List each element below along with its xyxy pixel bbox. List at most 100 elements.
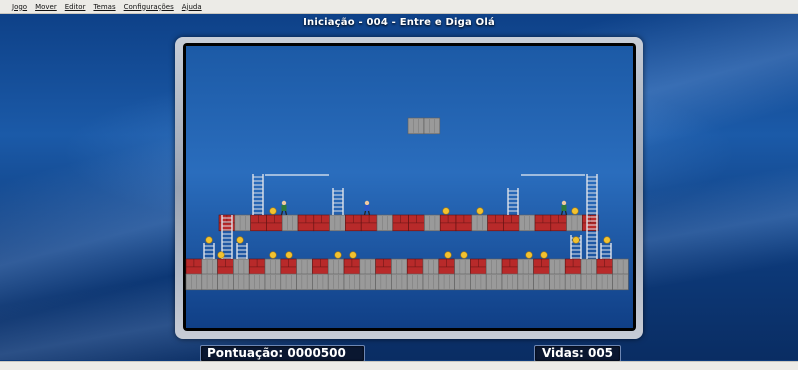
concrete-tile <box>471 214 488 232</box>
concrete-tile <box>234 214 251 232</box>
brick-tile <box>501 258 519 276</box>
concrete-tile <box>343 273 361 291</box>
brick-tile <box>470 258 487 276</box>
brick-tile <box>596 258 613 276</box>
concrete-tile <box>296 258 313 276</box>
menu-ajuda[interactable]: Ajuda <box>178 3 206 11</box>
concrete-tile <box>201 258 218 276</box>
concrete-tile <box>281 214 299 232</box>
brick-tile <box>438 258 455 276</box>
game-board[interactable] <box>183 43 636 331</box>
concrete-tile <box>217 273 234 291</box>
concrete-tile <box>359 273 376 291</box>
gold-icon <box>476 207 484 215</box>
gold-icon <box>460 251 468 259</box>
gold-icon <box>334 251 342 259</box>
concrete-tile <box>233 273 250 291</box>
brick-tile <box>250 214 267 232</box>
brick-tile <box>503 214 520 232</box>
menu-mover[interactable]: Mover <box>31 3 61 11</box>
gold-icon <box>236 236 244 244</box>
gold-icon <box>349 251 357 259</box>
menu-editor[interactable]: Editor <box>61 3 90 11</box>
brick-tile <box>343 258 361 276</box>
concrete-tile <box>375 273 392 291</box>
concrete-tile <box>517 258 534 276</box>
concrete-tile <box>264 273 282 291</box>
gold-icon <box>603 236 611 244</box>
concrete-tile <box>201 273 218 291</box>
brick-tile <box>533 258 550 276</box>
brick-tile <box>550 214 567 232</box>
brick-tile <box>266 214 283 232</box>
concrete-tile <box>485 258 503 276</box>
lives-display: Vidas: 005 <box>534 345 621 362</box>
menu-configuracoes[interactable]: Configurações <box>120 3 178 11</box>
concrete-tile <box>454 258 471 276</box>
concrete-tile <box>612 258 629 276</box>
concrete-tile <box>233 258 250 276</box>
menu-bar: Jogo Mover Editor Temas Configurações Aj… <box>0 0 798 14</box>
brick-tile <box>392 214 409 232</box>
menu-temas[interactable]: Temas <box>89 3 119 11</box>
gold-icon <box>269 207 277 215</box>
concrete-tile <box>438 273 455 291</box>
concrete-tile <box>296 273 313 291</box>
gold-icon <box>285 251 293 259</box>
brick-tile <box>487 214 504 232</box>
concrete-tile <box>391 258 408 276</box>
concrete-tile <box>566 214 583 232</box>
concrete-tile <box>612 273 629 291</box>
concrete-tile <box>580 273 598 291</box>
gold-icon <box>442 207 450 215</box>
menu-jogo[interactable]: Jogo <box>8 3 31 11</box>
concrete-tile <box>501 273 519 291</box>
gold-icon <box>269 251 277 259</box>
concrete-tile <box>424 214 441 232</box>
playfield <box>185 46 633 328</box>
concrete-tile <box>407 117 425 135</box>
concrete-tile <box>596 273 613 291</box>
brick-tile <box>217 258 234 276</box>
brick-tile <box>375 258 392 276</box>
concrete-tile <box>391 273 408 291</box>
concrete-tile <box>280 273 297 291</box>
concrete-tile <box>549 258 566 276</box>
concrete-tile <box>327 258 345 276</box>
brick-tile <box>406 258 424 276</box>
brick-tile <box>564 258 582 276</box>
concrete-tile <box>518 214 536 232</box>
concrete-tile <box>264 258 282 276</box>
concrete-tile <box>580 258 598 276</box>
concrete-tile <box>329 214 346 232</box>
level-title: Iniciação - 004 - Entre e Diga Olá <box>303 17 495 28</box>
brick-tile <box>345 214 362 232</box>
concrete-tile <box>422 258 440 276</box>
score-display: Pontuação: 0000500 <box>200 345 365 362</box>
concrete-tile <box>376 214 394 232</box>
brick-tile <box>439 214 457 232</box>
concrete-tile <box>454 273 471 291</box>
brick-tile <box>455 214 473 232</box>
concrete-tile <box>422 273 440 291</box>
concrete-tile <box>423 117 441 135</box>
gold-icon <box>217 251 225 259</box>
brick-tile <box>534 214 552 232</box>
brick-tile <box>313 214 330 232</box>
concrete-tile <box>359 258 376 276</box>
brick-tile <box>248 258 266 276</box>
concrete-tile <box>327 273 345 291</box>
concrete-tile <box>248 273 266 291</box>
concrete-tile <box>564 273 582 291</box>
gold-icon <box>525 251 533 259</box>
brick-tile <box>185 258 203 276</box>
concrete-tile <box>485 273 503 291</box>
concrete-tile <box>312 273 329 291</box>
brick-tile <box>360 214 378 232</box>
brick-tile <box>280 258 297 276</box>
brick-tile <box>297 214 315 232</box>
gold-icon <box>571 207 579 215</box>
gold-icon <box>540 251 548 259</box>
concrete-tile <box>470 273 487 291</box>
gold-icon <box>205 236 213 244</box>
